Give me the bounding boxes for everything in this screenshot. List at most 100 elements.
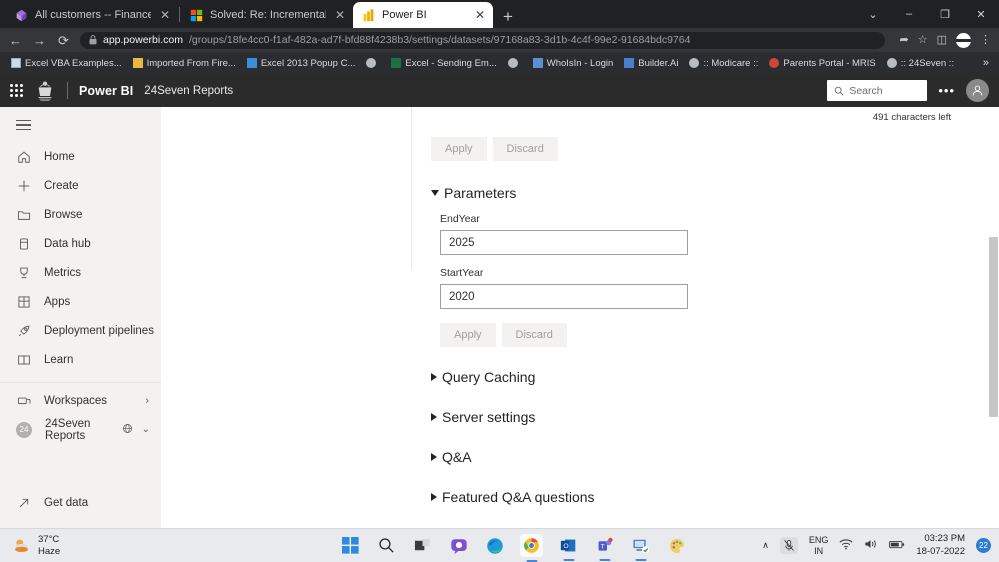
- chevron-down-icon[interactable]: ⌄: [855, 8, 891, 21]
- browser-tab-0[interactable]: All customers -- Finance and Op ✕: [6, 2, 178, 28]
- chevron-down-icon[interactable]: ⌄: [142, 424, 150, 435]
- bookmark-item[interactable]: [361, 56, 385, 70]
- taskbar-search-button[interactable]: [376, 535, 397, 556]
- tab-close-button[interactable]: ✕: [158, 9, 172, 21]
- clock-time: 03:23 PM: [924, 533, 965, 545]
- notification-badge[interactable]: 22: [976, 538, 991, 553]
- bookmark-item[interactable]: Excel 2013 Popup C...: [242, 56, 361, 71]
- browser-tab-2[interactable]: Power BI ✕: [353, 2, 493, 28]
- chevron-right-icon[interactable]: ›: [145, 395, 149, 407]
- app-launcher-icon[interactable]: [10, 84, 23, 97]
- hamburger-icon[interactable]: [0, 113, 161, 142]
- bookmark-item[interactable]: Excel VBA Examples...: [6, 56, 127, 71]
- teams-button[interactable]: T: [594, 535, 615, 561]
- window-controls: ⌄ – ❐ ✕: [855, 0, 999, 28]
- bookmark-item[interactable]: :: 24Seven ::: [882, 56, 959, 71]
- address-bar[interactable]: app.powerbi.com/groups/18fe4cc0-f1af-482…: [80, 31, 885, 49]
- language-indicator[interactable]: ENG IN: [809, 535, 829, 556]
- bookmark-item[interactable]: Imported From Fire...: [128, 56, 241, 71]
- sidebar-item-browse[interactable]: Browse: [0, 200, 161, 229]
- forward-button[interactable]: →: [32, 34, 47, 47]
- sidebar-item-get-data[interactable]: Get data: [0, 488, 161, 517]
- bookmark-item[interactable]: Excel - Sending Em...: [386, 56, 501, 71]
- chrome-menu-icon[interactable]: ⋮: [980, 34, 991, 46]
- tab-close-button[interactable]: ✕: [473, 9, 487, 21]
- back-button[interactable]: ←: [8, 34, 23, 47]
- section-query-caching[interactable]: Query Caching: [431, 369, 971, 385]
- omnibox-actions: ➦ ☆ ◫ ⋮: [894, 32, 991, 48]
- discard-button[interactable]: Discard: [492, 137, 558, 161]
- sidebar-item-apps[interactable]: Apps: [0, 287, 161, 316]
- scrollbar-thumb[interactable]: [989, 237, 998, 417]
- avatar[interactable]: [956, 32, 971, 48]
- triangle-right-icon: [431, 453, 437, 461]
- bookmark-item[interactable]: :: Modicare ::: [684, 56, 763, 71]
- remote-desktop-button[interactable]: [630, 535, 651, 561]
- section-qanda[interactable]: Q&A: [431, 449, 971, 465]
- new-tab-button[interactable]: +: [503, 8, 513, 28]
- start-button[interactable]: [340, 535, 361, 556]
- sidebar-item-learn[interactable]: Learn: [0, 345, 161, 374]
- sidebar-item-create[interactable]: Create: [0, 171, 161, 200]
- search-input[interactable]: Search: [827, 80, 928, 101]
- task-view-button[interactable]: [412, 535, 433, 556]
- share-icon[interactable]: ➦: [900, 34, 909, 46]
- search-placeholder: Search: [849, 84, 883, 97]
- bookmarks-overflow-button[interactable]: »: [983, 57, 993, 69]
- section-server-settings[interactable]: Server settings: [431, 409, 971, 425]
- browser-tab-1[interactable]: Solved: Re: Incremental Refresh ✕: [181, 2, 353, 28]
- blue-doc-icon: [246, 58, 257, 68]
- red-flower-icon: [769, 58, 780, 68]
- parameters-discard-button[interactable]: Discard: [501, 323, 567, 347]
- paint-button[interactable]: [666, 535, 687, 556]
- parameters-apply-button[interactable]: Apply: [440, 323, 496, 347]
- tab-close-button[interactable]: ✕: [333, 9, 347, 21]
- excel-icon: [391, 58, 402, 68]
- bookmark-item[interactable]: WhoIsIn - Login: [528, 56, 619, 71]
- startyear-input[interactable]: 2020: [440, 284, 688, 309]
- mic-muted-icon[interactable]: [779, 537, 798, 554]
- maximize-button[interactable]: ❐: [927, 8, 963, 21]
- minimize-button[interactable]: –: [891, 8, 927, 20]
- volume-icon[interactable]: [864, 537, 878, 555]
- bookmark-item[interactable]: Parents Portal - MRIS: [764, 56, 880, 71]
- bookmark-item[interactable]: Builder.Ai: [619, 56, 683, 71]
- endyear-input[interactable]: 2025: [440, 230, 688, 255]
- sidebar-item-data-hub[interactable]: Data hub: [0, 229, 161, 258]
- chrome-button[interactable]: [520, 534, 543, 562]
- edge-button[interactable]: [484, 535, 505, 556]
- breadcrumb[interactable]: 24Seven Reports: [144, 85, 233, 97]
- outlook-button[interactable]: O: [558, 535, 579, 561]
- weather-widget[interactable]: 37°C Haze: [0, 534, 60, 558]
- clock[interactable]: 03:23 PM 18-07-2022: [916, 533, 965, 558]
- sidebar-item-metrics[interactable]: Metrics: [0, 258, 161, 287]
- sidebar-item-home[interactable]: Home: [0, 142, 161, 171]
- close-button[interactable]: ✕: [963, 8, 999, 21]
- section-featured-qanda-questions[interactable]: Featured Q&A questions: [431, 489, 971, 505]
- more-options-button[interactable]: •••: [938, 84, 955, 97]
- section-title: Query Caching: [442, 369, 536, 385]
- parameters-section-header[interactable]: Parameters: [431, 185, 971, 201]
- bookmark-star-icon[interactable]: ☆: [918, 34, 928, 46]
- haze-icon: [15, 539, 28, 552]
- chat-button[interactable]: [448, 535, 469, 556]
- wifi-icon[interactable]: [839, 537, 853, 555]
- side-panel-icon[interactable]: ◫: [937, 34, 947, 46]
- sidebar-item-24seven-reports[interactable]: 24 24Seven Reports ⌄: [0, 415, 161, 444]
- bookmark-label: Parents Portal - MRIS: [783, 57, 876, 69]
- edge-icon: [486, 537, 503, 554]
- bookmark-label: Excel - Sending Em...: [405, 57, 497, 69]
- page-title[interactable]: Power BI: [79, 84, 133, 98]
- battery-icon[interactable]: [889, 537, 905, 555]
- sidebar-item-deployment-pipelines[interactable]: Deployment pipelines: [0, 316, 161, 345]
- powerbi-header: Power BI 24Seven Reports Search •••: [0, 74, 999, 107]
- avatar[interactable]: [966, 79, 989, 102]
- apply-button[interactable]: Apply: [431, 137, 487, 161]
- bookmark-item[interactable]: [503, 56, 527, 70]
- svg-text:O: O: [563, 543, 568, 550]
- sidebar-item-workspaces[interactable]: Workspaces ›: [0, 386, 161, 415]
- navigation-bar: ← → ⟳ app.powerbi.com/groups/18fe4cc0-f1…: [0, 28, 999, 52]
- vertical-scrollbar[interactable]: [988, 107, 999, 528]
- reload-button[interactable]: ⟳: [56, 34, 71, 47]
- tray-overflow-button[interactable]: ∧: [762, 540, 769, 551]
